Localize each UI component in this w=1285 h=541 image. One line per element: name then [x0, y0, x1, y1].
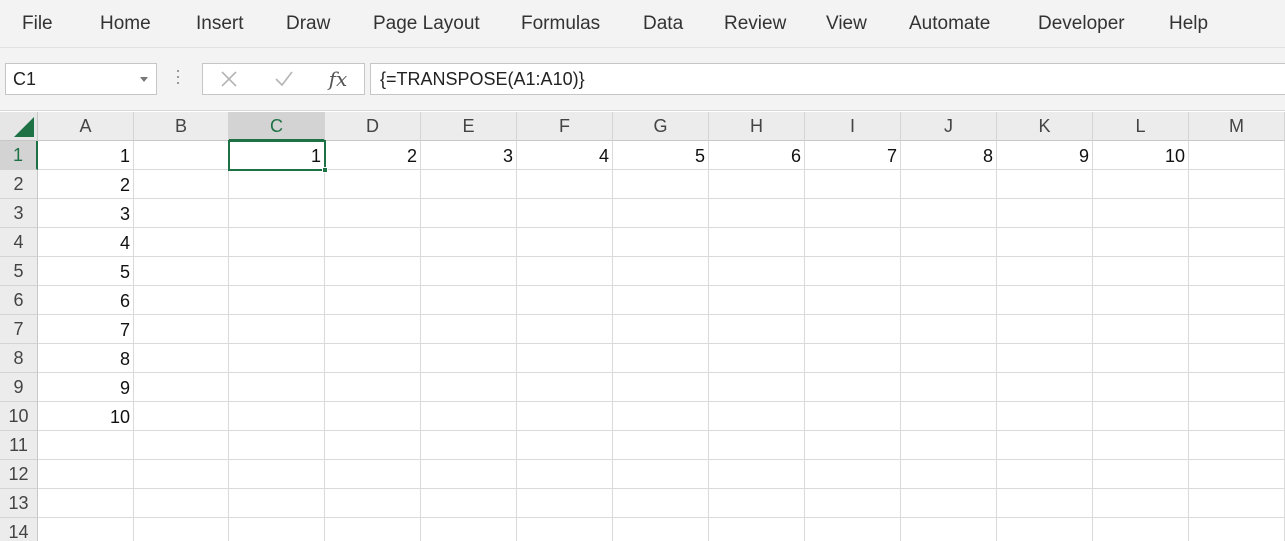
cell-k1[interactable]: 9	[997, 141, 1092, 170]
row-header-10[interactable]: 10	[0, 402, 38, 431]
name-box[interactable]: C1	[5, 63, 157, 95]
check-icon[interactable]	[264, 64, 304, 94]
tab-developer[interactable]: Developer	[1038, 13, 1125, 35]
name-box-value: C1	[13, 69, 37, 89]
select-all-button[interactable]	[0, 112, 38, 141]
formula-bar-row: C1 fx {=TRANSPOSE(A1:A10)}	[0, 48, 1285, 111]
gridline	[804, 141, 805, 541]
cell-a4[interactable]: 4	[38, 228, 133, 257]
row-header-3[interactable]: 3	[0, 199, 38, 228]
tab-automate[interactable]: Automate	[909, 13, 990, 35]
column-header-g[interactable]: G	[613, 112, 709, 141]
column-header-l[interactable]: L	[1093, 112, 1189, 141]
gridline	[38, 459, 1285, 460]
gridline	[324, 141, 325, 541]
column-header-d[interactable]: D	[325, 112, 421, 141]
cell-e1[interactable]: 3	[421, 141, 516, 170]
gridline	[900, 141, 901, 541]
tab-home[interactable]: Home	[100, 13, 151, 35]
tab-review[interactable]: Review	[724, 13, 786, 35]
cell-a5[interactable]: 5	[38, 257, 133, 286]
fill-handle[interactable]	[322, 167, 328, 173]
cell-l1[interactable]: 10	[1093, 141, 1188, 170]
formula-text: {=TRANSPOSE(A1:A10)}	[380, 69, 585, 89]
gridline	[38, 430, 1285, 431]
row-header-12[interactable]: 12	[0, 460, 38, 489]
active-cell-border	[228, 140, 326, 171]
cell-f1[interactable]: 4	[517, 141, 612, 170]
tab-file[interactable]: File	[22, 13, 53, 35]
cell-h1[interactable]: 6	[709, 141, 804, 170]
formula-input[interactable]: {=TRANSPOSE(A1:A10)}	[370, 63, 1285, 95]
ribbon-tab-bar: File Home Insert Draw Page Layout Formul…	[0, 0, 1285, 48]
column-header-j[interactable]: J	[901, 112, 997, 141]
cell-a2[interactable]: 2	[38, 170, 133, 199]
column-header-h[interactable]: H	[709, 112, 805, 141]
cell-i1[interactable]: 7	[805, 141, 900, 170]
formula-buttons: fx	[202, 63, 365, 95]
column-header-c[interactable]: C	[229, 112, 325, 141]
gridline	[38, 517, 1285, 518]
row-header-5[interactable]: 5	[0, 257, 38, 286]
gridline	[38, 227, 1285, 228]
gridline	[516, 141, 517, 541]
row-header-2[interactable]: 2	[0, 170, 38, 199]
tab-help[interactable]: Help	[1169, 13, 1208, 35]
row-header-6[interactable]: 6	[0, 286, 38, 315]
gridline	[1092, 141, 1093, 541]
column-header-a[interactable]: A	[38, 112, 134, 141]
cell-a8[interactable]: 8	[38, 344, 133, 373]
gridline	[708, 141, 709, 541]
cell-a6[interactable]: 6	[38, 286, 133, 315]
gridline	[1188, 141, 1189, 541]
column-header-i[interactable]: I	[805, 112, 901, 141]
row-header-8[interactable]: 8	[0, 344, 38, 373]
gridline	[38, 372, 1285, 373]
gridline	[38, 343, 1285, 344]
tab-draw[interactable]: Draw	[286, 13, 330, 35]
gridline	[38, 314, 1285, 315]
cell-a9[interactable]: 9	[38, 373, 133, 402]
column-header-e[interactable]: E	[421, 112, 517, 141]
gridline	[420, 141, 421, 541]
select-all-triangle-icon	[14, 117, 34, 137]
worksheet-grid[interactable]: A B C D E F G H I J K L M 1 2 3 4 5 6 7 8 9 10 11 12 13 14 1 2 3 4 5 6 7 8…	[0, 112, 1285, 541]
insert-function-icon[interactable]: fx	[318, 64, 358, 94]
gridline	[38, 401, 1285, 402]
column-header-m[interactable]: M	[1189, 112, 1285, 141]
column-header-k[interactable]: K	[997, 112, 1093, 141]
column-header-b[interactable]: B	[134, 112, 229, 141]
row-header-7[interactable]: 7	[0, 315, 38, 344]
gridline	[38, 198, 1285, 199]
cell-j1[interactable]: 8	[901, 141, 996, 170]
cell-a7[interactable]: 7	[38, 315, 133, 344]
tab-insert[interactable]: Insert	[196, 13, 244, 35]
cell-d1[interactable]: 2	[325, 141, 420, 170]
column-header-f[interactable]: F	[517, 112, 613, 141]
tab-data[interactable]: Data	[643, 13, 683, 35]
row-header-11[interactable]: 11	[0, 431, 38, 460]
chevron-down-icon[interactable]	[140, 77, 148, 82]
close-icon[interactable]	[209, 64, 249, 94]
gridline	[612, 141, 613, 541]
drag-handle-icon[interactable]	[176, 70, 180, 88]
row-header-1[interactable]: 1	[0, 141, 38, 170]
gridline	[38, 256, 1285, 257]
gridline	[133, 141, 134, 541]
tab-formulas[interactable]: Formulas	[521, 13, 600, 35]
gridline	[228, 141, 229, 541]
gridline	[996, 141, 997, 541]
cell-a10[interactable]: 10	[38, 402, 133, 431]
row-header-4[interactable]: 4	[0, 228, 38, 257]
gridline	[38, 488, 1285, 489]
tab-page-layout[interactable]: Page Layout	[373, 13, 480, 35]
row-header-13[interactable]: 13	[0, 489, 38, 518]
row-header-9[interactable]: 9	[0, 373, 38, 402]
cell-a3[interactable]: 3	[38, 199, 133, 228]
cell-g1[interactable]: 5	[613, 141, 708, 170]
cell-a1[interactable]: 1	[38, 141, 133, 170]
gridline	[38, 285, 1285, 286]
row-header-14[interactable]: 14	[0, 518, 38, 541]
tab-view[interactable]: View	[826, 13, 867, 35]
